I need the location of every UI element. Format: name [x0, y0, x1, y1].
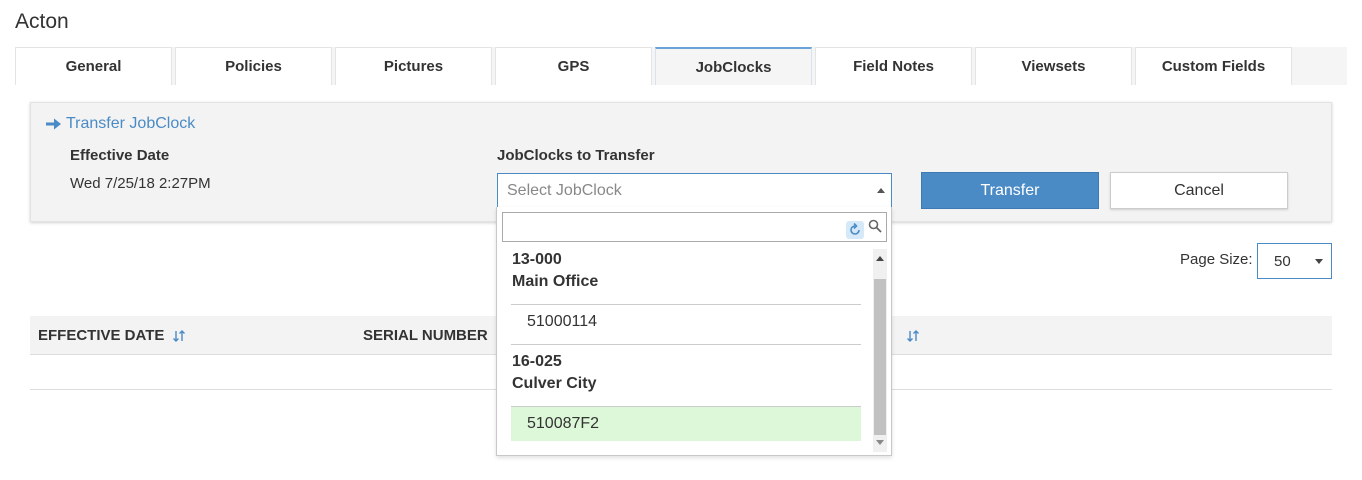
group-code: 13-000: [512, 251, 562, 268]
tab-custom-fields[interactable]: Custom Fields: [1135, 47, 1292, 85]
sort-icon[interactable]: [906, 329, 920, 343]
tab-viewsets[interactable]: Viewsets: [975, 47, 1132, 85]
effective-date-value: Wed 7/25/18 2:27PM: [70, 175, 211, 192]
sort-icon: [173, 329, 186, 342]
column-effective-date-label: EFFECTIVE DATE: [38, 327, 165, 344]
column-serial-number[interactable]: SERIAL NUMBER: [363, 327, 488, 344]
transfer-jobclock-link[interactable]: Transfer JobClock: [45, 115, 195, 133]
tab-pictures[interactable]: Pictures: [335, 47, 492, 85]
jobclock-dropdown: 13-000 Main Office 51000114 16-025 Culve…: [496, 207, 892, 456]
scroll-up-icon[interactable]: [876, 256, 884, 261]
jobclock-select-placeholder: Select JobClock: [507, 182, 622, 199]
caret-up-icon: [877, 188, 885, 193]
transfer-jobclock-label: Transfer JobClock: [66, 115, 196, 132]
tab-gps[interactable]: GPS: [495, 47, 652, 85]
dropdown-scrollbar[interactable]: [873, 249, 887, 452]
page-size-label: Page Size:: [1180, 251, 1253, 268]
tab-policies[interactable]: Policies: [175, 47, 332, 85]
search-icon: [868, 219, 882, 233]
tabs: General Policies Pictures GPS JobClocks …: [15, 47, 1295, 85]
tab-jobclocks[interactable]: JobClocks: [655, 47, 812, 85]
transfer-panel: Transfer JobClock Effective Date Wed 7/2…: [30, 102, 1332, 222]
tab-bar: General Policies Pictures GPS JobClocks …: [15, 47, 1347, 85]
column-serial-number-label: SERIAL NUMBER: [363, 327, 488, 344]
arrow-right-icon: [46, 118, 61, 130]
page-size-select[interactable]: 50: [1257, 243, 1332, 279]
dropdown-list: 13-000 Main Office 51000114 16-025 Culve…: [497, 249, 872, 452]
scroll-down-icon[interactable]: [876, 440, 884, 445]
tab-general[interactable]: General: [15, 47, 172, 85]
tab-field-notes[interactable]: Field Notes: [815, 47, 972, 85]
transfer-button[interactable]: Transfer: [921, 172, 1099, 209]
caret-down-icon: [1315, 259, 1323, 264]
jobclock-select[interactable]: Select JobClock: [497, 173, 892, 209]
page-title: Acton: [15, 10, 69, 33]
refresh-icon[interactable]: [846, 221, 864, 239]
scroll-thumb[interactable]: [874, 279, 886, 435]
jobclocks-to-transfer-label: JobClocks to Transfer: [497, 147, 655, 164]
list-item[interactable]: 510087F2: [511, 407, 861, 441]
dropdown-search-input[interactable]: [502, 212, 887, 242]
group-name: Main Office: [512, 273, 599, 290]
group-code: 16-025: [512, 353, 562, 370]
page-size-value: 50: [1274, 252, 1291, 270]
effective-date-label: Effective Date: [70, 147, 170, 164]
group-name: Culver City: [512, 375, 597, 392]
list-item[interactable]: 51000114: [511, 305, 861, 339]
group-divider: [511, 344, 861, 345]
cancel-button[interactable]: Cancel: [1110, 172, 1288, 209]
column-effective-date[interactable]: EFFECTIVE DATE: [38, 327, 186, 344]
